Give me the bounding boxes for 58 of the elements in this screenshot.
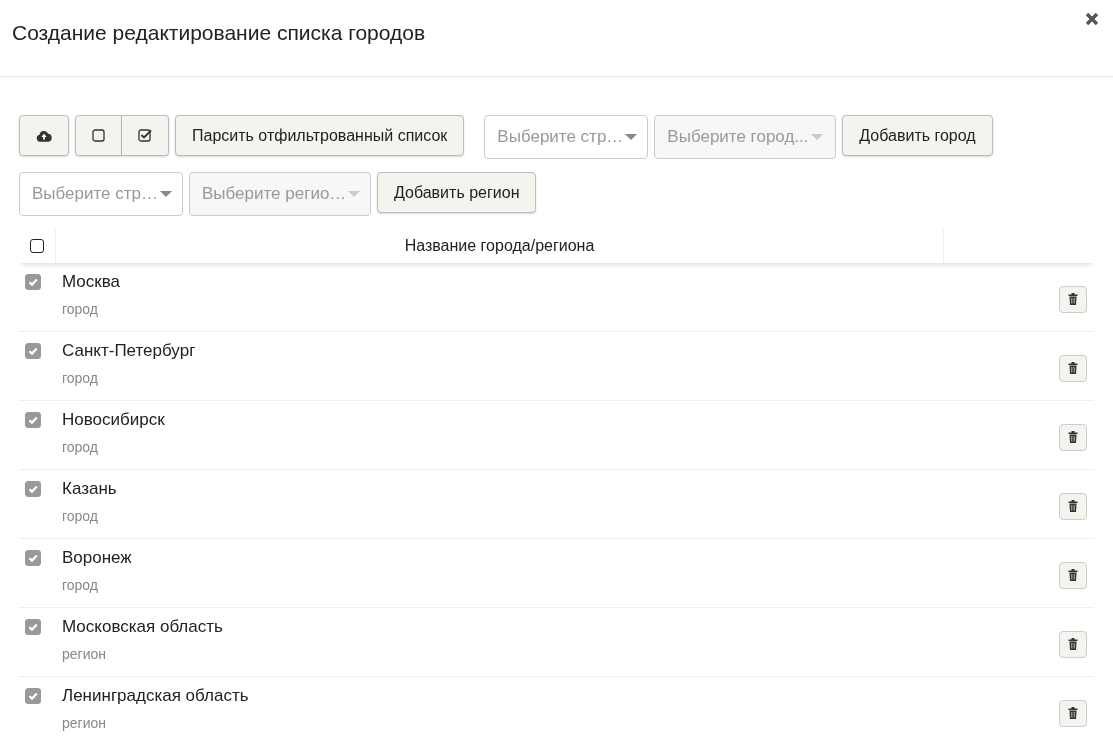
row-checkbox[interactable]: [25, 481, 41, 497]
row-checkbox[interactable]: [25, 619, 41, 635]
add-button[interactable]: Добавить регион: [377, 172, 537, 213]
trash-icon: [1068, 362, 1078, 374]
city-name: Новосибирск: [62, 410, 166, 430]
city-name: Московская область: [62, 617, 224, 637]
row-checkbox[interactable]: [25, 343, 41, 359]
close-icon: [1085, 12, 1099, 26]
checkmark-icon: [27, 552, 39, 564]
dropdown: Выберите регио…: [189, 172, 371, 216]
delete-button[interactable]: [1059, 699, 1087, 727]
upload-button[interactable]: [19, 115, 69, 156]
column-header: Название города/региона: [56, 229, 944, 263]
delete-button[interactable]: [1059, 492, 1087, 520]
item-type: город: [62, 508, 100, 524]
dropdown: Выберите город...: [654, 115, 837, 159]
trash-icon: [1068, 569, 1078, 581]
item-type: город: [62, 439, 100, 455]
checkmark-icon: [27, 414, 39, 426]
row-checkbox[interactable]: [25, 550, 41, 566]
item-type: регион: [62, 646, 108, 662]
delete-button[interactable]: [1059, 630, 1087, 658]
city-name: Санкт-Петербург: [62, 341, 197, 361]
checkmark-icon: [27, 276, 39, 288]
dialog-title: Создание редактирование списка городов: [12, 21, 426, 45]
item-type: город: [62, 301, 100, 317]
trash-icon: [1068, 707, 1078, 719]
city-name: Москва: [62, 272, 122, 292]
checked-checkbox-icon: [138, 129, 152, 142]
city-name: Воронеж: [62, 548, 133, 568]
empty-checkbox-icon: [92, 129, 105, 142]
delete-button[interactable]: [1059, 423, 1087, 451]
checkmark-icon: [27, 690, 39, 702]
trash-icon: [1068, 431, 1078, 443]
row-checkbox[interactable]: [25, 412, 41, 428]
city-name: Казань: [62, 479, 118, 499]
checkmark-icon: [27, 345, 39, 357]
cloud-upload-icon: [36, 128, 52, 143]
city-name: Ленинградская область: [62, 686, 250, 706]
delete-button[interactable]: [1059, 354, 1087, 382]
trash-icon: [1068, 293, 1078, 305]
checkmark-icon: [27, 483, 39, 495]
checkmark-icon: [27, 621, 39, 633]
item-type: город: [62, 370, 100, 386]
parse-button[interactable]: Парсить отфильтрованный список: [175, 115, 465, 156]
delete-button[interactable]: [1059, 561, 1087, 589]
select-all-checkbox[interactable]: [30, 239, 44, 253]
deselect-all-button[interactable]: [75, 115, 122, 156]
select-all-button[interactable]: [122, 115, 169, 156]
row-checkbox[interactable]: [25, 688, 41, 704]
add-button[interactable]: Добавить город: [842, 115, 993, 156]
trash-icon: [1068, 500, 1078, 512]
close-button[interactable]: [1085, 12, 1099, 26]
item-type: город: [62, 577, 100, 593]
item-type: регион: [62, 715, 108, 731]
delete-button[interactable]: [1059, 285, 1087, 313]
row-checkbox[interactable]: [25, 274, 41, 290]
trash-icon: [1068, 638, 1078, 650]
